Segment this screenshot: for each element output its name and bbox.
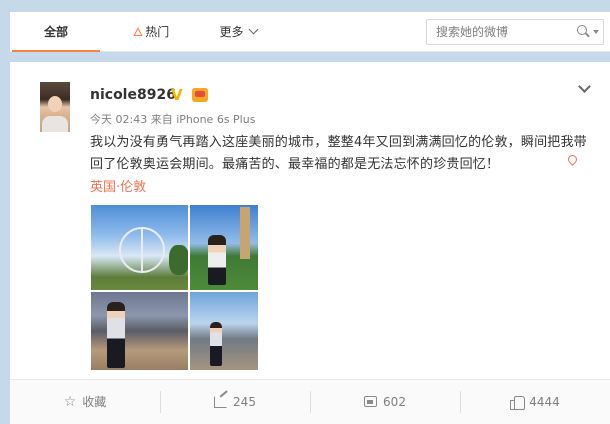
flame-icon: 🜂 — [132, 25, 144, 39]
tab-more[interactable]: 更多 — [213, 12, 263, 52]
repost-count: 245 — [233, 395, 256, 409]
like-icon — [510, 395, 526, 410]
chevron-down-icon — [248, 24, 258, 35]
comment-button[interactable]: 602 — [310, 380, 460, 424]
photo-london-eye[interactable] — [91, 205, 188, 290]
favorite-label: 收藏 — [82, 395, 107, 409]
photo-big-ben[interactable] — [190, 205, 258, 290]
like-count: 4444 — [529, 395, 560, 409]
weibo-post-card: nicole8926 V 今天 02:43 来自 iPhone 6s Plus … — [10, 62, 610, 424]
post-menu-chevron-icon[interactable] — [578, 80, 591, 93]
search-input[interactable] — [428, 21, 568, 43]
post-location-link[interactable]: 英国·伦敦 — [90, 176, 146, 195]
share-icon — [214, 395, 228, 408]
post-action-bar: ☆ 收藏 245 602 4444 — [10, 379, 610, 424]
location-pin-icon — [566, 153, 579, 167]
search-icon[interactable] — [577, 25, 590, 38]
tab-hot[interactable]: 🜂 热门 — [126, 12, 176, 52]
tab-all[interactable]: 全部 — [12, 12, 100, 52]
tab-more-label: 更多 — [219, 25, 244, 39]
post-username[interactable]: nicole8926 — [90, 87, 176, 103]
repost-button[interactable]: 245 — [160, 380, 310, 424]
favorite-button[interactable]: ☆ 收藏 — [10, 380, 160, 424]
photo-street[interactable] — [190, 292, 258, 370]
like-button[interactable]: 4444 — [460, 380, 610, 424]
comment-count: 602 — [383, 395, 406, 409]
photo-riverside[interactable] — [91, 292, 188, 370]
search-box — [426, 19, 604, 45]
photo-collage[interactable] — [91, 205, 258, 370]
star-icon: ☆ — [63, 393, 77, 410]
profile-tab-bar: 全部 🜂 热门 更多 — [10, 12, 610, 52]
search-options-chevron-icon[interactable] — [593, 30, 599, 34]
verified-icon: V — [171, 86, 183, 104]
comment-icon — [364, 396, 378, 407]
tab-hot-label: 热门 — [145, 25, 170, 39]
post-meta: 今天 02:43 来自 iPhone 6s Plus — [90, 113, 256, 126]
avatar[interactable] — [40, 82, 70, 132]
post-text: 我以为没有勇气再踏入这座美丽的城市，整整4年又回到满满回忆的伦敦，瞬间把我带回了… — [90, 135, 587, 172]
vip-crown-icon[interactable] — [192, 88, 208, 102]
